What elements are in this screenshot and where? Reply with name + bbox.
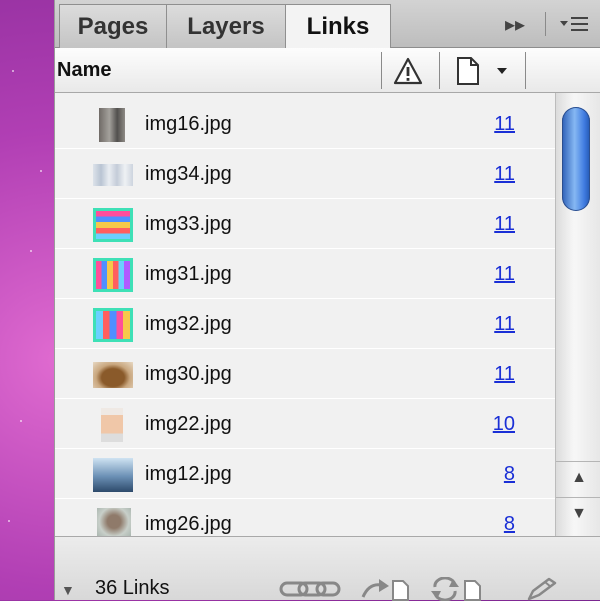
collapse-panel-button[interactable]: ▸▸ xyxy=(495,4,535,44)
link-filename: img32.jpg xyxy=(145,313,232,335)
link-filename: img31.jpg xyxy=(145,263,232,285)
edit-original-icon[interactable] xyxy=(525,577,559,601)
link-thumbnail xyxy=(93,308,133,342)
link-page-number[interactable]: 11 xyxy=(494,200,515,249)
desktop-sparkle xyxy=(8,520,10,522)
link-filename: img33.jpg xyxy=(145,213,232,235)
link-page-number[interactable]: 10 xyxy=(493,400,515,449)
tab-pages[interactable]: Pages xyxy=(59,4,167,48)
column-header: Name xyxy=(55,48,600,93)
scroll-up-button[interactable]: ▲ xyxy=(556,461,600,493)
tab-label: Layers xyxy=(187,12,265,40)
link-thumbnail xyxy=(101,408,123,442)
disclosure-triangle-icon[interactable]: ▼ xyxy=(61,582,75,598)
scroll-down-button[interactable]: ▼ xyxy=(556,497,600,529)
update-link-icon[interactable] xyxy=(431,577,485,601)
desktop-sparkle xyxy=(20,420,22,422)
tab-links[interactable]: Links xyxy=(285,4,391,49)
column-separator xyxy=(439,52,440,89)
link-thumbnail xyxy=(97,508,131,536)
name-column-header[interactable]: Name xyxy=(57,48,111,93)
tab-layers[interactable]: Layers xyxy=(166,4,286,48)
link-filename: img26.jpg xyxy=(145,513,232,535)
dropdown-arrow-icon xyxy=(497,67,507,74)
panel-menu-icon xyxy=(560,17,588,31)
panel-menu-button[interactable] xyxy=(553,4,597,44)
link-filename: img16.jpg xyxy=(145,113,232,135)
link-page-number[interactable]: 11 xyxy=(494,350,515,399)
column-separator xyxy=(381,52,382,89)
warning-triangle-icon xyxy=(393,57,423,84)
link-page-number[interactable]: 11 xyxy=(494,100,515,149)
list-item[interactable]: img32.jpg 11 xyxy=(55,300,555,349)
links-list: img16.jpg 11 img34.jpg 11 img33.jpg 11 i… xyxy=(55,93,555,536)
page-icon xyxy=(457,56,479,85)
list-item[interactable]: img22.jpg 10 xyxy=(55,400,555,449)
list-item[interactable]: img34.jpg 11 xyxy=(55,150,555,199)
links-count: 36 Links xyxy=(95,577,170,599)
relink-icon[interactable] xyxy=(279,577,341,599)
link-thumbnail xyxy=(93,362,133,388)
list-item[interactable]: img12.jpg 8 xyxy=(55,450,555,499)
list-item[interactable]: img26.jpg 8 xyxy=(55,500,555,536)
link-thumbnail xyxy=(93,458,133,492)
scrollbar-thumb[interactable] xyxy=(562,107,590,211)
link-page-number[interactable]: 11 xyxy=(494,150,515,199)
vertical-scrollbar[interactable]: ▲ ▼ xyxy=(555,93,600,536)
column-separator xyxy=(525,52,526,89)
link-thumbnail xyxy=(93,164,133,186)
link-page-number[interactable]: 8 xyxy=(504,450,515,499)
link-page-number[interactable]: 11 xyxy=(494,300,515,349)
desktop-sparkle xyxy=(12,70,14,72)
link-thumbnail xyxy=(93,208,133,242)
link-page-number[interactable]: 11 xyxy=(494,250,515,299)
tab-label: Links xyxy=(306,13,370,40)
double-chevron-right-icon: ▸▸ xyxy=(504,13,526,36)
link-thumbnail xyxy=(93,258,133,292)
list-item[interactable]: img33.jpg 11 xyxy=(55,200,555,249)
page-column-header[interactable] xyxy=(455,54,525,87)
desktop-sparkle xyxy=(30,250,32,252)
tabbar-divider xyxy=(545,12,546,36)
triangle-up-icon: ▲ xyxy=(571,468,587,486)
link-filename: img34.jpg xyxy=(145,163,232,185)
tab-label: Pages xyxy=(77,12,149,40)
list-item[interactable]: img16.jpg 11 xyxy=(55,100,555,149)
links-panel: Pages Layers Links ▸▸ Name img16.jpg 11 … xyxy=(54,0,600,601)
link-filename: img12.jpg xyxy=(145,463,232,485)
panel-tab-bar: Pages Layers Links ▸▸ xyxy=(55,0,600,49)
list-item[interactable]: img30.jpg 11 xyxy=(55,350,555,399)
link-thumbnail xyxy=(99,108,125,142)
status-column-header[interactable] xyxy=(385,54,431,87)
link-filename: img22.jpg xyxy=(145,413,232,435)
desktop-sparkle xyxy=(40,170,42,172)
list-item[interactable]: img31.jpg 11 xyxy=(55,250,555,299)
panel-footer: ▼ 36 Links xyxy=(55,536,600,601)
go-to-link-icon[interactable] xyxy=(361,577,411,601)
link-filename: img30.jpg xyxy=(145,363,232,385)
triangle-down-icon: ▼ xyxy=(571,504,587,522)
link-page-number[interactable]: 8 xyxy=(504,500,515,536)
